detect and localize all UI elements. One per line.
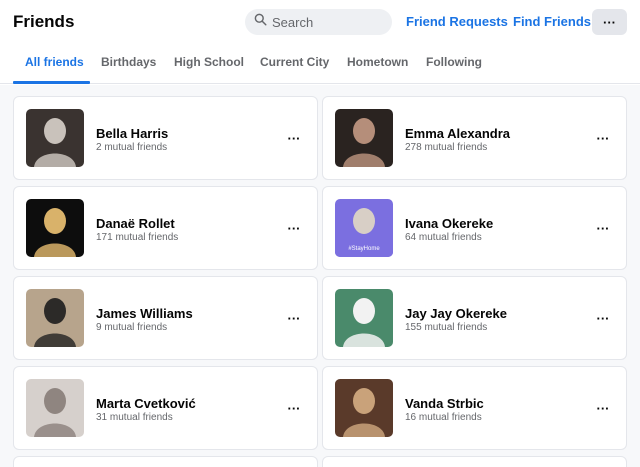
avatar[interactable]	[26, 199, 84, 257]
friends-tabs: All friends Birthdays High School Curren…	[0, 44, 640, 84]
card-more-button[interactable]: ···	[592, 130, 614, 146]
more-dots-icon: ···	[287, 310, 301, 326]
friend-name[interactable]: Jay Jay Okereke	[405, 306, 507, 321]
friends-header: Friends Friend Requests Find Friends ···	[0, 0, 640, 44]
mutual-friends-count[interactable]: 64 mutual friends	[405, 232, 482, 243]
tab-birthdays[interactable]: Birthdays	[101, 55, 156, 69]
more-dots-icon: ···	[596, 310, 610, 326]
friend-name[interactable]: James Williams	[96, 306, 193, 321]
friend-name[interactable]: Bella Harris	[96, 126, 168, 141]
avatar[interactable]	[26, 109, 84, 167]
avatar[interactable]: #StayHome	[335, 199, 393, 257]
mutual-friends-count[interactable]: 16 mutual friends	[405, 412, 482, 423]
card-more-button[interactable]: ···	[283, 130, 305, 146]
tab-hometown[interactable]: Hometown	[347, 55, 408, 69]
search-box[interactable]	[245, 9, 392, 35]
avatar[interactable]	[26, 379, 84, 437]
friend-card-partial	[322, 456, 627, 467]
tab-following[interactable]: Following	[426, 55, 482, 69]
friend-card[interactable]: #StayHome Ivana Okereke 64 mutual friends ·…	[322, 186, 627, 270]
find-friends-link[interactable]: Find Friends	[513, 14, 591, 29]
friend-card[interactable]: Danaë Rollet 171 mutual friends ···	[13, 186, 318, 270]
avatar[interactable]	[335, 379, 393, 437]
more-dots-icon: ···	[596, 400, 610, 416]
friend-name[interactable]: Emma Alexandra	[405, 126, 510, 141]
friend-card[interactable]: Emma Alexandra 278 mutual friends ···	[322, 96, 627, 180]
mutual-friends-count[interactable]: 31 mutual friends	[96, 412, 173, 423]
friend-name[interactable]: Ivana Okereke	[405, 216, 493, 231]
friend-card[interactable]: Marta Cvetković 31 mutual friends ···	[13, 366, 318, 450]
page-title: Friends	[13, 12, 75, 31]
more-dots-icon: ···	[596, 130, 610, 146]
active-tab-indicator	[13, 81, 90, 84]
search-icon	[254, 13, 267, 31]
header-more-button[interactable]: ···	[592, 9, 627, 35]
more-dots-icon: ···	[287, 400, 301, 416]
more-dots-icon: ···	[287, 130, 301, 146]
more-dots-icon: ···	[287, 220, 301, 236]
friend-card[interactable]: Jay Jay Okereke 155 mutual friends ···	[322, 276, 627, 360]
friend-card[interactable]: James Williams 9 mutual friends ···	[13, 276, 318, 360]
tab-current-city[interactable]: Current City	[260, 55, 329, 69]
friend-name[interactable]: Danaë Rollet	[96, 216, 175, 231]
card-more-button[interactable]: ···	[592, 220, 614, 236]
friend-requests-link[interactable]: Friend Requests	[406, 14, 508, 29]
tab-all-friends[interactable]: All friends	[25, 55, 84, 69]
mutual-friends-count[interactable]: 2 mutual friends	[96, 142, 167, 153]
friend-card[interactable]: Bella Harris 2 mutual friends ···	[13, 96, 318, 180]
search-input[interactable]	[272, 14, 382, 30]
card-more-button[interactable]: ···	[592, 310, 614, 326]
friends-panel: Friends Friend Requests Find Friends ···…	[0, 0, 640, 467]
card-more-button[interactable]: ···	[283, 310, 305, 326]
avatar[interactable]	[335, 109, 393, 167]
card-more-button[interactable]: ···	[283, 400, 305, 416]
mutual-friends-count[interactable]: 155 mutual friends	[405, 322, 487, 333]
avatar[interactable]	[335, 289, 393, 347]
mutual-friends-count[interactable]: 278 mutual friends	[405, 142, 487, 153]
more-dots-icon: ···	[596, 220, 610, 236]
card-more-button[interactable]: ···	[283, 220, 305, 236]
avatar-banner-text: #StayHome	[348, 246, 380, 252]
card-more-button[interactable]: ···	[592, 400, 614, 416]
friend-name[interactable]: Marta Cvetković	[96, 396, 196, 411]
mutual-friends-count[interactable]: 171 mutual friends	[96, 232, 178, 243]
avatar[interactable]	[26, 289, 84, 347]
mutual-friends-count[interactable]: 9 mutual friends	[96, 322, 167, 333]
friend-name[interactable]: Vanda Strbic	[405, 396, 484, 411]
tab-high-school[interactable]: High School	[174, 55, 244, 69]
friend-card[interactable]: Vanda Strbic 16 mutual friends ···	[322, 366, 627, 450]
friend-card-partial	[13, 456, 318, 467]
more-dots-icon: ···	[603, 14, 616, 30]
